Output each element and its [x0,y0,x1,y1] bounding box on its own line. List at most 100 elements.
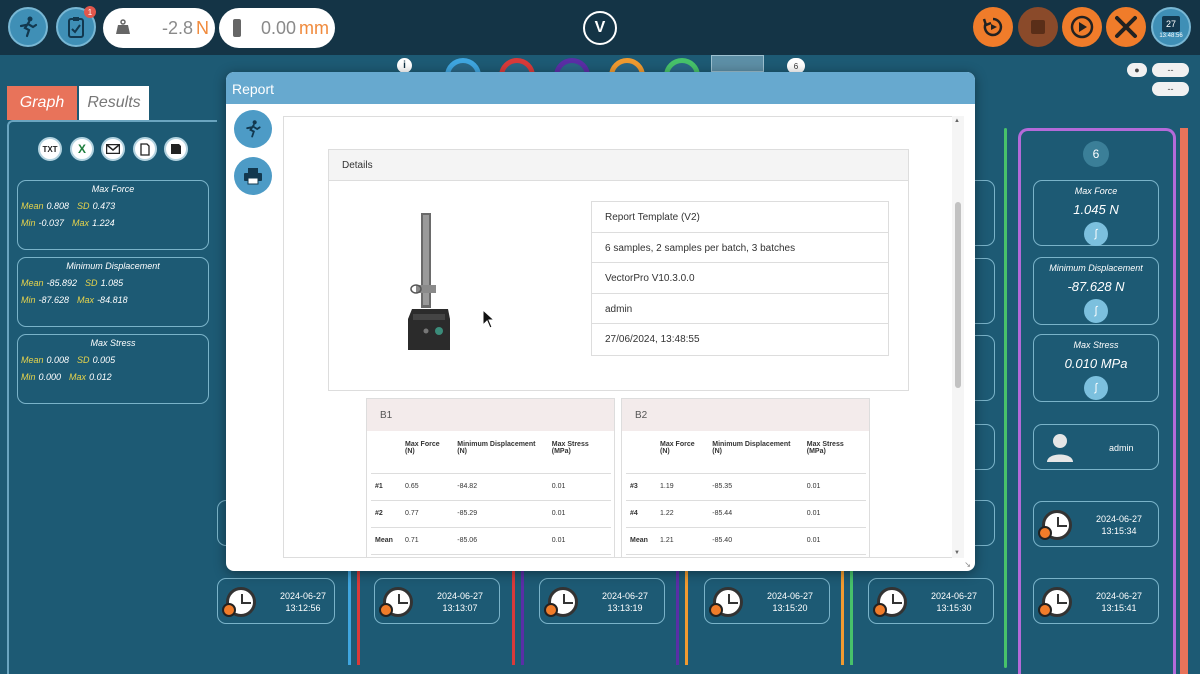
table-cell: -85.29 [453,500,548,528]
report-scrollbar[interactable]: ▲ ▼ [952,116,964,558]
run-card[interactable]: 2024-06-27 13:13:19 [539,578,665,624]
report-info-item: 27/06/2024, 13:48:55 [605,334,700,346]
email-icon[interactable] [101,137,125,161]
run-card[interactable]: 2024-06-27 13:15:30 [868,578,994,624]
table-cell: -85.06 [453,527,548,555]
run-date: 2024-06-27 [279,591,327,601]
stop-icon [1031,20,1045,34]
run-card[interactable]: 2024-06-27 13:15:20 [704,578,830,624]
option-button-2[interactable]: -- [1152,82,1189,96]
table-cell: 0.01 [802,527,866,555]
run-test-button[interactable] [8,7,48,47]
sample-6-run-card[interactable]: 2024-06-27 13:15:34 [1033,501,1159,547]
run-date: 2024-06-27 [1095,591,1143,601]
scroll-thumb[interactable] [955,202,961,388]
chart-icon[interactable]: ∫ [1084,299,1108,323]
table-header: Max Stress (MPa) [802,439,866,474]
scroll-up-icon[interactable]: ▲ [954,118,960,124]
stat-max: 1.224 [92,218,115,228]
table-cell: 0.01 [802,473,866,501]
min-displacement-card: Minimum Displacement -87.628 N ∫ [1033,257,1159,325]
table-header: Max Force (N) [656,439,709,474]
force-unit: N [196,17,209,38]
run-time: 13:12:56 [285,603,321,613]
clipboard-check-icon [68,17,84,38]
table-cell: 1.19 [656,473,709,501]
run-time: 13:15:20 [772,603,808,613]
table-header [371,439,401,474]
batch-b1: B1 Max Force (N) Minimum Displacement (N)… [366,398,615,557]
clock-time: 13:48:56 [1159,32,1183,39]
stat-min: -87.628 [38,295,70,305]
run-date: 2024-06-27 [601,591,649,601]
scroll-down-icon[interactable]: ▼ [954,550,960,556]
save-icon[interactable] [164,137,188,161]
max-stress-card: Max Stress 0.010 MPa ∫ [1033,334,1159,402]
stat-mean-label: Mean [21,201,44,211]
run-card[interactable]: 2024-06-27 13:15:41 [1033,578,1159,624]
run-time: 13:13:07 [442,603,478,613]
export-excel-icon[interactable]: X [70,137,94,161]
stop-dot-icon [379,603,393,617]
table-cell: Mean [371,527,401,555]
pdf-icon[interactable] [133,137,157,161]
report-info-item: 6 samples, 2 samples per batch, 3 batche… [592,233,888,264]
run-test-button[interactable] [234,110,272,148]
play-button[interactable] [1062,7,1102,47]
run-date: 2024-06-27 [436,591,484,601]
tab-results[interactable]: Results [79,86,149,120]
batch-title: B2 [622,399,869,431]
stat-max-label: Max [72,218,90,228]
stat-card: Minimum Displacement Mean -85.892 SD 1.085 Mi… [17,257,209,327]
stat-min-label: Min [21,218,36,228]
chart-icon[interactable]: ∫ [1084,376,1108,400]
max-stress-title: Max Stress [1073,340,1119,350]
stat-min-label: Min [21,372,36,382]
stat-sd-label: SD [77,201,90,211]
table-header: Minimum Displacement (N) [453,439,548,474]
min-displacement-title: Minimum Displacement [1049,263,1143,273]
stop-button[interactable] [1018,7,1058,47]
table-header: Max Stress (MPa) [547,439,611,474]
printer-icon [244,168,262,185]
details-title: Details [329,150,908,181]
return-button[interactable] [973,7,1013,47]
min-displacement-value: -87.628 N [1067,279,1125,294]
stop-dot-icon [709,603,723,617]
table-cell: 0.71 [401,527,454,555]
run-time: 13:15:30 [936,603,972,613]
report-content[interactable]: Details Report Template (V2) 6 samples, 2… [283,116,959,558]
max-force-title: Max Force [1074,186,1118,196]
mouse-cursor-icon [482,309,496,329]
run-date: 2024-06-27 [766,591,814,601]
stat-max: 0.012 [89,372,112,382]
table-row: #4 1.22 -85.44 0.01 [626,500,866,528]
table-cell: 1.21 [656,527,709,555]
stat-sd-label: SD [77,355,90,365]
report-info-list: Report Template (V2) 6 samples, 2 samples… [591,201,889,356]
dropdown-button[interactable]: ● [1127,63,1147,77]
option-button-1[interactable]: -- [1152,63,1189,77]
user-name: admin [1109,443,1134,453]
test-machine-image [408,213,450,350]
info-icon[interactable]: i [397,58,412,73]
chart-icon[interactable]: ∫ [1084,222,1108,246]
stat-min: -0.037 [38,218,65,228]
print-button[interactable] [234,157,272,195]
run-date: 2024-06-27 [930,591,978,601]
play-dot-icon [1038,526,1052,540]
stop-dot-icon [1038,603,1052,617]
tab-graph[interactable]: Graph [7,86,77,120]
batch-b2: B2 Max Force (N) Minimum Displacement (N)… [621,398,870,557]
stop-dot-icon [222,603,236,617]
table-cell: 0.01 [547,527,611,555]
stat-card: Max Stress Mean 0.008 SD 0.005 Min 0.000 Max 0.0… [17,334,209,404]
run-card[interactable]: 2024-06-27 13:12:56 [217,578,335,624]
export-txt-icon[interactable]: TXT [38,137,62,161]
resize-grip-icon[interactable]: ↘ [964,560,971,569]
top-toolbar: 1 -2.8 N 0.00 mm V 27 13:48:56 [0,0,1200,55]
run-card[interactable]: 2024-06-27 13:13:07 [374,578,500,624]
tools-button[interactable] [1106,7,1146,47]
table-cell: -85.35 [708,473,803,501]
calendar-button[interactable]: 27 13:48:56 [1151,7,1191,47]
